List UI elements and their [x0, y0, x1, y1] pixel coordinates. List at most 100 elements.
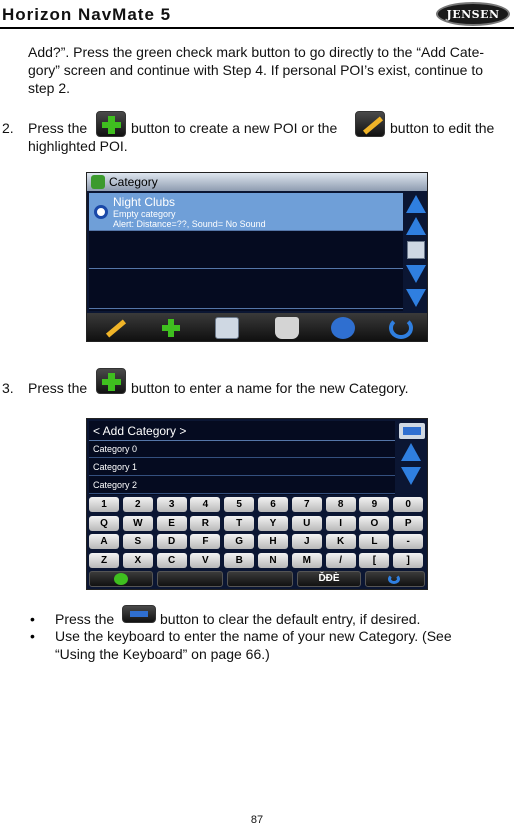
step-3-text-a: Press the: [28, 380, 88, 396]
category-titlebar: Category: [87, 173, 427, 191]
empty-row: [89, 269, 403, 309]
jensen-logo: JENSEN: [436, 2, 510, 26]
keyboard-key: 9: [359, 497, 390, 512]
keyboard-key: N: [258, 552, 288, 568]
back-button: [365, 571, 425, 587]
options-icon: [331, 317, 355, 339]
step-2-text-d: highlighted POI.: [28, 138, 128, 154]
keyboard-key: W: [122, 515, 153, 531]
keyboard-key: K: [325, 534, 356, 549]
add-category-screen-image: < Add Category > Category 0 Category 1 C…: [86, 418, 428, 590]
keyboard-key: S: [122, 534, 153, 549]
keyboard-key: 3: [156, 497, 187, 512]
page-number: 87: [250, 814, 264, 826]
document-title: Horizon NavMate 5: [2, 5, 172, 24]
check-mark-icon: [114, 573, 128, 585]
keyboard-key: C: [156, 552, 187, 568]
edit-pencil-icon: [103, 317, 127, 339]
keyboard-key: 0: [393, 497, 424, 512]
intro-line-1: Add?”. Press the green check mark button…: [28, 44, 485, 60]
keyboard-key: 4: [190, 497, 221, 512]
keyboard-key: H: [258, 534, 288, 549]
category-name-list: < Add Category > Category 0 Category 1 C…: [89, 421, 395, 495]
header-divider: [0, 27, 514, 29]
scroll-up-icon: [401, 443, 421, 461]
list-item: Category 2: [89, 477, 395, 494]
bullet-2-mark: •: [30, 628, 35, 644]
add-category-title: < Add Category >: [93, 424, 187, 438]
add-plus-icon: [96, 111, 126, 137]
back-arrow-icon: [389, 317, 413, 339]
intro-line-3: step 2.: [28, 80, 71, 96]
keyboard-key: -: [393, 534, 424, 549]
back-arrow-icon: [388, 574, 400, 584]
keyboard-key: /: [325, 552, 356, 568]
keyboard-key: P: [393, 515, 424, 531]
keyboard-key: L: [359, 534, 390, 549]
bullet-2-text-b: “Using the Keyboard” on page 66.): [55, 646, 270, 662]
page-up-icon: [406, 217, 426, 235]
add-plus-icon: [96, 368, 126, 394]
bullet-1-text-a: Press the: [55, 611, 115, 627]
bullet-1-mark: •: [30, 611, 35, 627]
list-item-sub2: Alert: Distance=??, Sound= No Sound: [113, 219, 266, 229]
list-icon: [215, 317, 239, 339]
backspace-icon: [122, 605, 156, 623]
page-header: Horizon NavMate 5 JENSEN: [0, 0, 514, 32]
list-item: Night Clubs Empty category Alert: Distan…: [89, 193, 403, 231]
add-plus-icon: [159, 317, 183, 339]
keyboard-key: E: [156, 515, 187, 531]
keyboard-key: I: [325, 515, 356, 531]
keyboard-key: 1: [89, 497, 119, 512]
step-2-number: 2.: [2, 120, 14, 136]
list-item-label: Category 1: [93, 462, 138, 472]
keyboard-key: B: [224, 552, 255, 568]
keyboard-key: [: [359, 552, 390, 568]
keyboard-key: 6: [258, 497, 288, 512]
keyboard-key: X: [122, 552, 153, 568]
keyboard-key: M: [291, 552, 322, 568]
list-item-sub1: Empty category: [113, 209, 176, 219]
category-screen-image: Category Night Clubs Empty category Aler…: [86, 172, 428, 342]
bullet-1-text-b: button to clear the default entry, if de…: [160, 611, 421, 627]
keyboard-key: T: [224, 515, 255, 531]
step-3-number: 3.: [2, 380, 14, 396]
space-key: [157, 571, 223, 587]
keyboard-key: Z: [89, 552, 119, 568]
keyboard-key: D: [156, 534, 187, 549]
space-key: [227, 571, 293, 587]
keyboard-key: U: [291, 515, 322, 531]
list-item-label: Category 0: [93, 444, 138, 454]
intro-line-2: gory” screen and continue with Step 4. I…: [28, 62, 483, 78]
poi-icon: [94, 205, 108, 219]
step-2-text-a: Press the: [28, 120, 88, 136]
category-title: Category: [109, 175, 158, 189]
list-item-label: Category 2: [93, 480, 138, 490]
list-item: Category 1: [89, 459, 395, 476]
category-toolbar: [87, 313, 427, 341]
category-icon: [91, 175, 105, 189]
step-2-text-c: button to edit the: [390, 120, 495, 136]
keyboard-key: 7: [291, 497, 322, 512]
step-2-text-b: button to create a new POI or the: [131, 120, 338, 136]
scroll-up-icon: [406, 195, 426, 213]
keyboard-key: A: [89, 534, 119, 549]
list-item-name: Night Clubs: [113, 195, 176, 209]
scroll-down-icon: [401, 467, 421, 485]
list-item: Category 0: [89, 441, 395, 458]
page-down-icon: [406, 265, 426, 283]
scroll-controls: [405, 193, 427, 311]
keyboard-key: G: [224, 534, 255, 549]
confirm-button: [89, 571, 153, 587]
category-list: Night Clubs Empty category Alert: Distan…: [89, 193, 403, 311]
step-3-text-b: button to enter a name for the new Categ…: [131, 380, 409, 396]
keyboard-key: R: [190, 515, 221, 531]
logo-text: JENSEN: [446, 8, 500, 21]
keyboard-key: 2: [122, 497, 153, 512]
keyboard-key: Y: [258, 515, 288, 531]
keyboard-key: 5: [224, 497, 255, 512]
side-controls: [397, 421, 425, 495]
grid-icon: [407, 241, 425, 259]
keyboard-key: O: [359, 515, 390, 531]
keyboard-key: ]: [393, 552, 424, 568]
